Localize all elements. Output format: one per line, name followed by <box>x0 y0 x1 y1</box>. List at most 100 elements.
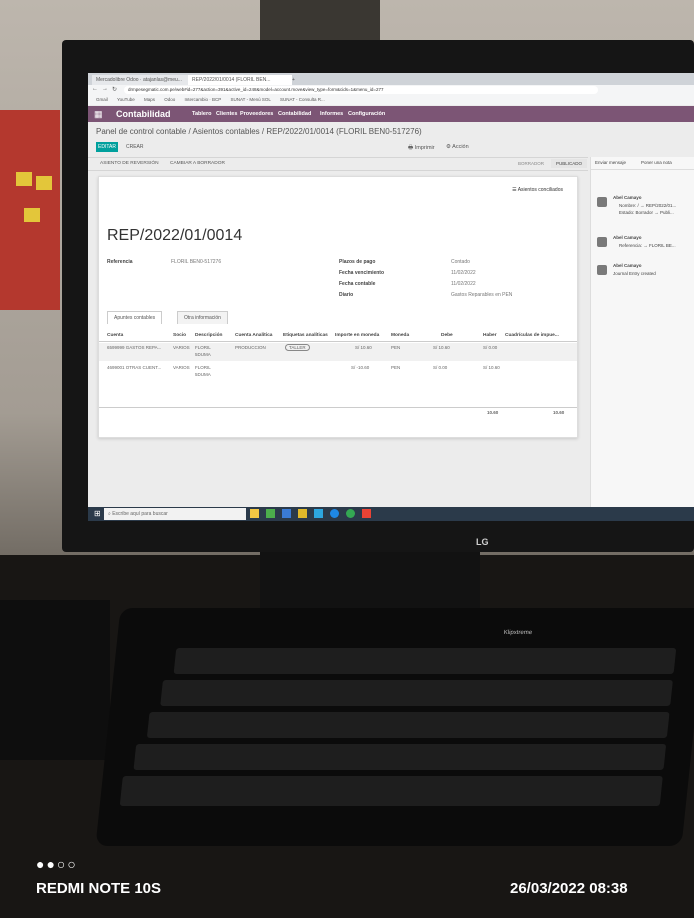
bookmark-youtube[interactable]: YouTube <box>117 97 135 102</box>
excel-icon[interactable] <box>266 509 275 518</box>
field-value: 11/02/2022 <box>451 270 476 276</box>
bookmark-sunat-consulta[interactable]: SUNAT - Consulta R... <box>280 97 325 102</box>
grid-icon[interactable]: ▦ <box>94 109 103 120</box>
avatar <box>597 265 607 275</box>
browser-window: Mercadolibre Odoo · atajanlas@meu... REP… <box>88 73 694 516</box>
print-icon: 🖶 <box>408 145 414 151</box>
app-icon[interactable] <box>314 509 323 518</box>
browser-icon[interactable] <box>330 509 339 518</box>
reload-icon[interactable]: ↻ <box>112 86 117 93</box>
camera-watermark-dots: ●●○○ <box>36 856 78 872</box>
word-icon[interactable] <box>282 509 291 518</box>
action-dropdown[interactable]: ⚙ Acción <box>446 144 469 150</box>
record-title: REP/2022/01/0014 <box>107 227 243 244</box>
field-value: 11/02/2022 <box>451 281 476 287</box>
divider <box>99 341 577 342</box>
col-header[interactable]: Haber <box>483 333 497 338</box>
col-header[interactable]: Importe en moneda <box>335 333 379 338</box>
cell-debit: S/ 0.00 <box>433 365 448 370</box>
table-row[interactable]: 6599999 GASTOS REPA... VARIOS FLORIL 5DU… <box>99 343 577 361</box>
col-header[interactable]: Cuadrículas de impue... <box>505 333 559 338</box>
tab-journal-items[interactable]: Apuntes contables <box>107 311 163 324</box>
col-header[interactable]: Etiquetas analíticas <box>283 333 328 338</box>
ref-value: FLORIL BEN0-517276 <box>171 259 222 265</box>
forward-icon[interactable]: → <box>102 86 108 92</box>
field-value: Contado <box>451 259 470 265</box>
edit-button[interactable]: EDITAR <box>96 142 118 152</box>
reconciled-entries-label: Asientos conciliados <box>517 187 563 193</box>
status-posted: PUBLICADO <box>551 159 588 168</box>
total-debit: 10.60 <box>487 410 499 415</box>
message-author: Abel Camayo <box>613 235 642 240</box>
col-header[interactable]: Socio <box>173 333 186 338</box>
app-icon-2[interactable] <box>362 509 371 518</box>
windows-start-icon[interactable]: ⊞ <box>94 510 102 518</box>
divider <box>591 169 694 170</box>
cell-partner: VARIOS <box>173 365 190 370</box>
camera-watermark-timestamp: 26/03/2022 08:38 <box>510 880 628 897</box>
cell-credit: S/ 10.60 <box>483 365 500 370</box>
sticky-note <box>16 172 32 186</box>
key-row <box>119 776 663 806</box>
reset-to-draft-button[interactable]: CAMBIAR A BORRADOR <box>170 161 225 166</box>
key-row <box>173 648 677 674</box>
menu-contabilidad[interactable]: Contabilidad <box>278 111 311 117</box>
file-explorer-icon[interactable] <box>250 509 259 518</box>
col-header[interactable]: Descripción <box>195 333 222 338</box>
total-credit: 10.60 <box>553 410 565 415</box>
tab-bar: Mercadolibre Odoo · atajanlas@meu... REP… <box>88 73 694 85</box>
background-window <box>260 0 380 45</box>
browser-tab-1[interactable]: Mercadolibre Odoo · atajanlas@meu... <box>92 75 192 85</box>
field-label: Plazos de pago <box>339 259 376 265</box>
breadcrumb[interactable]: Panel de control contable / Asientos con… <box>96 127 422 136</box>
keyboard: Klipxtreme <box>95 608 694 846</box>
ref-label: Referencia <box>107 259 133 265</box>
bookmark-maps[interactable]: Maps <box>144 97 155 102</box>
bookmark-sunat-sol[interactable]: SUNAT - Menú SOL <box>231 97 271 102</box>
taskbar-search-input[interactable]: ⌕ Escribe aquí para buscar <box>104 508 246 520</box>
back-icon[interactable]: ← <box>92 86 98 92</box>
divider <box>99 407 577 408</box>
chrome-icon[interactable] <box>346 509 355 518</box>
cell-currency: PEN <box>391 365 401 370</box>
col-header[interactable]: Cuenta <box>107 333 123 338</box>
url-input[interactable]: drmpesegmatic.com.pe/web#id=277&action=3… <box>124 86 598 94</box>
new-tab-button[interactable]: + <box>288 75 299 85</box>
reversal-button[interactable]: ASIENTO DE REVERSIÓN <box>100 161 159 166</box>
key-row <box>160 680 673 706</box>
field-label: Fecha contable <box>339 281 376 287</box>
key-row <box>133 744 667 770</box>
bookmarks-bar: Gmail YouTube Maps Odoo Intercambio · BC… <box>88 95 694 105</box>
col-header[interactable]: Moneda <box>391 333 409 338</box>
menu-tablero[interactable]: Tablero <box>192 111 211 117</box>
print-dropdown[interactable]: 🖶 Imprimir <box>408 144 435 153</box>
menu-configuracion[interactable]: Configuración <box>348 111 385 117</box>
menu-clientes[interactable]: Clientes <box>216 111 237 117</box>
app-title[interactable]: Contabilidad <box>116 109 171 119</box>
folder-icon[interactable] <box>298 509 307 518</box>
table-row[interactable]: 4699001 OTRAS CUENT... VARIOS FLORIL 5DU… <box>99 363 577 381</box>
bookmark-gmail[interactable]: Gmail <box>96 97 108 102</box>
tab-other-info[interactable]: Otra información <box>177 311 228 324</box>
cell-amount: S/ 10.60 <box>355 345 372 350</box>
menu-informes[interactable]: Informes <box>320 111 343 117</box>
log-note-button[interactable]: Poner una nota <box>641 160 672 165</box>
cell-analytic: PRODUCCION <box>235 345 266 350</box>
send-message-button[interactable]: Enviar mensaje <box>595 160 626 165</box>
avatar <box>597 237 607 247</box>
cell-description-2: 5DUMA <box>195 372 211 377</box>
bookmark-bcp[interactable]: Intercambio · BCP <box>185 97 222 102</box>
message-line: Journal Entry created <box>613 271 656 276</box>
cell-account: 6599999 GASTOS REPA... <box>107 345 162 350</box>
menu-proveedores[interactable]: Proveedores <box>240 111 273 117</box>
tag-badge: TALLER <box>285 344 310 351</box>
col-header[interactable]: Debe <box>441 333 453 338</box>
print-label: Imprimir <box>414 145 435 151</box>
message-line: Nombre: / → REP/2022/01... <box>619 203 677 208</box>
bookmark-odoo[interactable]: Odoo <box>164 97 175 102</box>
col-header[interactable]: Cuenta Analítica <box>235 333 272 338</box>
browser-tab-2[interactable]: REP/2022/01/0014 (FLORIL BEN... <box>188 75 292 85</box>
create-button[interactable]: CREAR <box>126 142 144 152</box>
reconciled-entries-button[interactable]: ☰ Asientos conciliados <box>512 187 563 193</box>
cell-account: 4699001 OTRAS CUENT... <box>107 365 162 370</box>
